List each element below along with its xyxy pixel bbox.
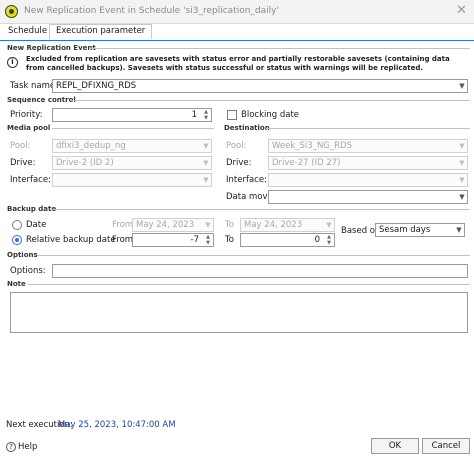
relative-from-stepper[interactable]: -7 [132,233,214,247]
help-button[interactable]: Help [18,442,37,452]
date-to-picker[interactable]: May 24, 2023 [240,218,335,232]
options-label: Options: [10,266,46,276]
section-divider [266,128,470,129]
chevron-down-icon[interactable]: ▼ [457,140,467,152]
section-divider [70,100,470,101]
source-drive-label: Drive: [10,158,36,168]
destination-drive-label: Drive: [226,158,252,168]
date-from-label: From [112,220,134,230]
source-interface-select[interactable] [52,173,212,187]
source-pool-select[interactable]: dfixi3_dedup_ng [52,139,212,153]
section-divider [38,255,470,256]
relative-to-label: To [225,235,234,245]
date-to-label: To [225,220,234,230]
relative-backup-date-label: Relative backup date [26,235,116,245]
section-sequence-control: Sequence control [7,96,76,104]
blocking-date-checkbox[interactable] [227,110,237,120]
source-pool-label: Pool: [10,141,31,151]
help-icon[interactable]: ? [6,442,16,452]
section-divider [90,48,470,49]
chevron-down-icon[interactable]: ▼ [324,219,334,231]
tab-schedule[interactable]: Schedule [2,25,53,40]
title-bar: New Replication Event in Schedule 'si3_r… [0,0,474,24]
chevron-down-icon[interactable]: ▼ [457,80,467,92]
cancel-button[interactable]: Cancel [422,438,470,454]
chevron-down-icon[interactable]: ▼ [203,219,213,231]
window-title: New Replication Event in Schedule 'si3_r… [24,6,279,16]
ok-button[interactable]: OK [371,438,419,454]
relative-to-stepper[interactable]: 0 [240,233,335,247]
chevron-down-icon[interactable]: ▼ [201,157,211,169]
spinner-arrows-icon[interactable]: ▲ ▼ [201,109,211,121]
destination-pool-label: Pool: [226,141,247,151]
section-note: Note [7,280,26,288]
priority-label: Priority: [10,110,43,120]
task-name-input[interactable]: REPL_DFIXNG_RDS [52,79,468,93]
date-from-picker[interactable]: May 24, 2023 [132,218,214,232]
next-execution-value: May 25, 2023, 10:47:00 AM [58,420,176,430]
destination-interface-label: Interface: [226,175,267,185]
chevron-down-icon[interactable]: ▼ [457,191,467,203]
note-textarea[interactable] [10,292,468,333]
source-interface-label: Interface: [10,175,51,185]
chevron-down-icon[interactable]: ▼ [454,224,464,236]
blocking-date-label: Blocking date [241,110,300,120]
close-icon[interactable]: ✕ [456,3,467,18]
chevron-down-icon[interactable]: ▼ [457,174,467,186]
chevron-down-icon[interactable]: ▼ [201,174,211,186]
section-options: Options [7,251,38,259]
date-radio[interactable] [12,220,22,230]
data-mover-select[interactable] [268,190,468,204]
info-text: Excluded from replication are savesets w… [26,55,450,72]
section-destination: Destination [224,124,270,132]
section-divider [52,128,214,129]
relative-backup-date-radio[interactable] [12,235,22,245]
chevron-down-icon[interactable]: ▼ [201,140,211,152]
destination-interface-select[interactable] [268,173,468,187]
priority-stepper[interactable]: 1 [52,108,212,122]
based-on-select[interactable]: Sesam days [375,223,465,237]
destination-drive-select[interactable]: Drive-27 (ID 27) [268,156,468,170]
task-name-label: Task name: [10,81,59,91]
date-radio-label: Date [26,220,47,230]
relative-from-label: From [112,235,134,245]
section-backup-date: Backup date [7,205,57,213]
section-divider [28,284,470,285]
spinner-arrows-icon[interactable]: ▲ ▼ [324,234,334,246]
section-media-pool: Media pool [7,124,51,132]
section-new-replication-event: New Replication Event [7,44,96,52]
options-input[interactable] [52,264,468,278]
info-icon: i [7,57,18,68]
destination-pool-select[interactable]: Week_Si3_NG_RDS [268,139,468,153]
chevron-down-icon[interactable]: ▼ [457,157,467,169]
tab-underline [0,40,474,41]
tab-execution-parameter[interactable]: Execution parameter [49,24,153,39]
app-logo-icon [5,5,18,18]
source-drive-select[interactable]: Drive-2 (ID 2) [52,156,212,170]
spinner-arrows-icon[interactable]: ▲ ▼ [203,234,213,246]
section-divider [50,209,470,210]
